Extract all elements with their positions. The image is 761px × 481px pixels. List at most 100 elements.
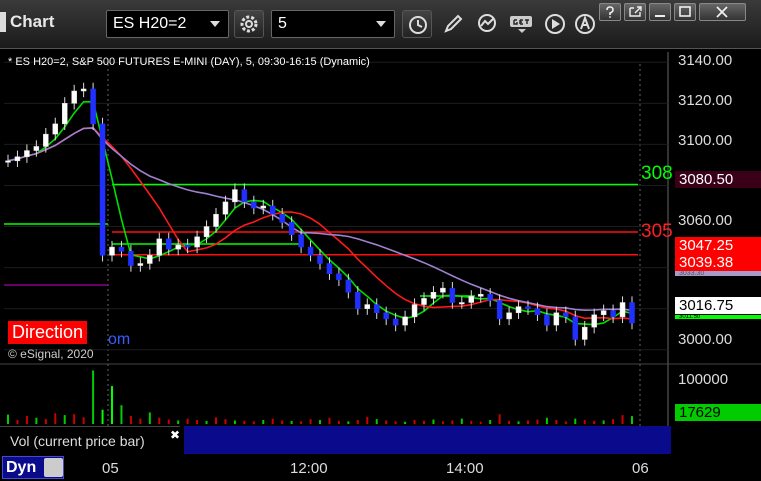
maximize-button[interactable] bbox=[674, 3, 696, 21]
y-tick-label: 3100.00 bbox=[678, 132, 733, 149]
y-tick-label: 3120.00 bbox=[678, 92, 733, 109]
fx-icon[interactable] bbox=[44, 458, 63, 477]
volume-bar bbox=[271, 418, 274, 424]
candle-body bbox=[80, 88, 87, 92]
candle-body bbox=[128, 250, 134, 266]
volume-bar bbox=[300, 421, 303, 424]
candle-body bbox=[307, 246, 314, 256]
volume-tick-label: 100000 bbox=[678, 371, 729, 388]
candle-body bbox=[203, 226, 210, 238]
volume-bar bbox=[356, 419, 359, 424]
candle-body bbox=[260, 205, 267, 209]
candle-body bbox=[90, 88, 96, 125]
interval-input[interactable]: 5 bbox=[271, 10, 395, 38]
candle-body bbox=[147, 255, 153, 264]
chevron-down-icon[interactable] bbox=[376, 21, 386, 27]
volume-bar bbox=[460, 418, 463, 424]
price-tag-green: 3011.50 bbox=[675, 315, 761, 319]
play-icon bbox=[545, 14, 565, 34]
candle-body bbox=[71, 90, 77, 104]
candle-body bbox=[5, 160, 11, 163]
minimize-button[interactable] bbox=[649, 3, 671, 21]
volume-bar bbox=[583, 419, 586, 424]
volume-bar bbox=[498, 414, 501, 424]
help-button[interactable] bbox=[599, 3, 621, 21]
watermark-fragment: om bbox=[108, 331, 131, 348]
volume-bar bbox=[545, 417, 548, 424]
close-icon[interactable]: ✖ bbox=[170, 428, 180, 442]
candle-body bbox=[175, 244, 181, 250]
candle-body bbox=[118, 246, 125, 252]
candle-body bbox=[24, 150, 30, 157]
candle-body bbox=[33, 146, 40, 151]
volume-bar bbox=[423, 420, 425, 424]
symbol-input[interactable]: ES H20=2 bbox=[106, 10, 229, 38]
chevron-down-icon[interactable] bbox=[210, 21, 220, 27]
volume-bar bbox=[375, 419, 378, 424]
candle-body bbox=[430, 291, 437, 299]
volume-bar bbox=[101, 409, 104, 424]
price-tag-purple: 3033.30 bbox=[675, 271, 761, 276]
candle-body bbox=[232, 189, 238, 203]
volume-bar bbox=[281, 420, 284, 424]
volume-bar bbox=[196, 419, 199, 424]
alert-button[interactable] bbox=[570, 10, 600, 38]
price-tag-last: 3016.75 bbox=[675, 297, 761, 314]
chart-info-line: * ES H20=2, S&P 500 FUTURES E-MINI (DAY)… bbox=[8, 56, 370, 68]
volume-bar bbox=[129, 415, 132, 424]
candle-body bbox=[336, 273, 342, 281]
symbol-value: ES H20=2 bbox=[113, 15, 187, 32]
pencil-icon bbox=[444, 14, 463, 33]
get-button[interactable] bbox=[505, 10, 535, 38]
volume-bar bbox=[470, 420, 473, 424]
copyright-text: © eSignal, 2020 bbox=[8, 347, 94, 361]
settings-button[interactable] bbox=[234, 10, 264, 38]
volume-bar bbox=[186, 418, 189, 424]
volume-bar bbox=[612, 419, 615, 424]
chart-curve-icon bbox=[478, 14, 496, 32]
price-tag-red-2: 3039.38 bbox=[675, 254, 761, 271]
volume-bar bbox=[233, 420, 236, 424]
candle-body bbox=[563, 312, 569, 318]
x-tick-label: 14:00 bbox=[446, 460, 484, 477]
volume-bar bbox=[385, 420, 388, 424]
play-button[interactable] bbox=[540, 10, 570, 38]
volume-bar bbox=[25, 415, 28, 424]
close-button[interactable] bbox=[699, 3, 746, 21]
candle-body bbox=[610, 310, 616, 318]
candle-body bbox=[241, 189, 248, 203]
candle-body bbox=[288, 222, 295, 235]
candle-body bbox=[591, 314, 597, 328]
draw-button[interactable] bbox=[438, 10, 468, 38]
volume-bar bbox=[602, 420, 605, 424]
price-chart[interactable] bbox=[0, 48, 761, 481]
volume-bar bbox=[621, 415, 624, 424]
level-lines bbox=[4, 183, 638, 297]
gear-icon bbox=[240, 15, 258, 33]
volume-bar bbox=[451, 420, 454, 424]
candle-body bbox=[269, 205, 276, 215]
alert-a-icon bbox=[575, 14, 595, 34]
volume-bar bbox=[205, 420, 208, 424]
question-icon bbox=[606, 6, 614, 18]
volume-bars bbox=[7, 370, 633, 424]
window-title: Chart bbox=[10, 12, 55, 31]
candle-body bbox=[14, 156, 21, 162]
candle-body bbox=[383, 312, 389, 320]
candle-body bbox=[487, 294, 493, 301]
candle-body bbox=[402, 316, 408, 326]
studies-button[interactable] bbox=[472, 10, 502, 38]
candle-body bbox=[496, 300, 503, 320]
candle-body bbox=[477, 294, 484, 297]
volume-bar bbox=[536, 419, 539, 424]
candle-body bbox=[392, 318, 399, 326]
window-menu-icon[interactable] bbox=[0, 12, 6, 32]
volume-bar bbox=[555, 419, 558, 424]
restore-button[interactable] bbox=[624, 3, 646, 21]
candle-body bbox=[553, 312, 560, 326]
candle-body bbox=[619, 302, 626, 318]
candle-body bbox=[440, 287, 446, 293]
time-button[interactable] bbox=[402, 10, 432, 38]
candle-body bbox=[449, 287, 456, 303]
volume-bar bbox=[63, 415, 66, 424]
